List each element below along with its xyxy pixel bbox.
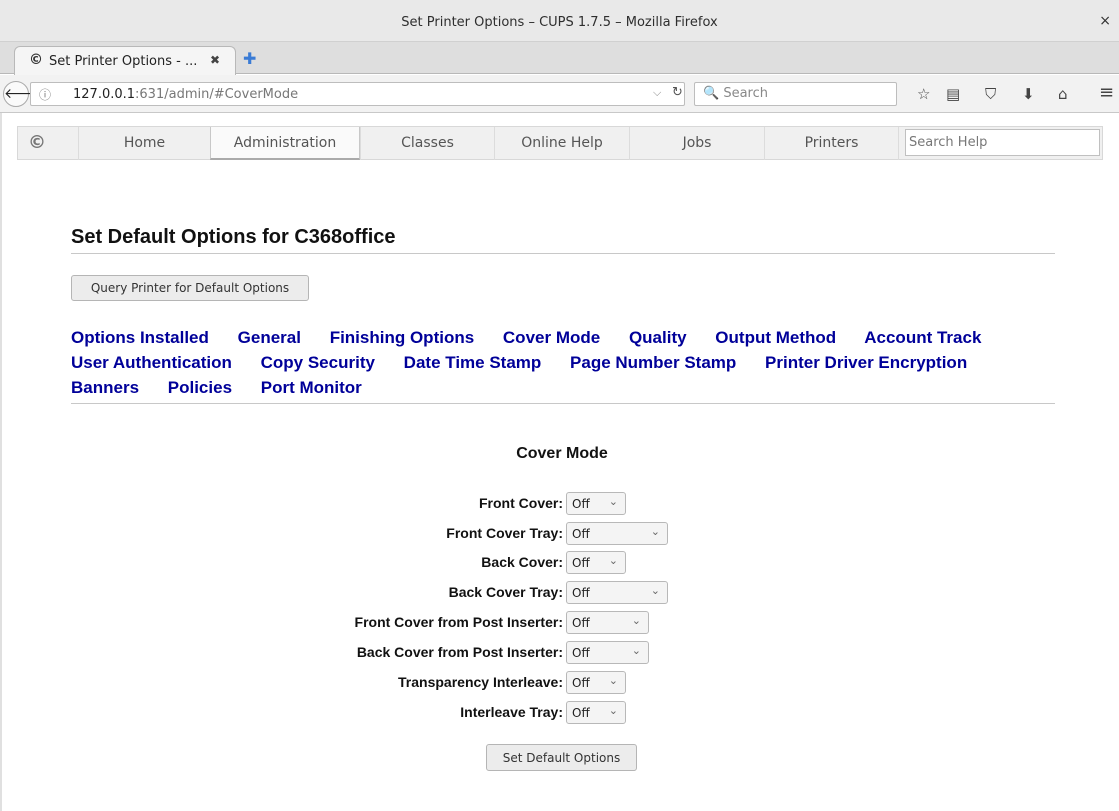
- link-output-method[interactable]: Output Method: [715, 328, 836, 347]
- link-account-track[interactable]: Account Track: [864, 328, 981, 347]
- cups-tab-printers[interactable]: Printers: [764, 127, 899, 160]
- pocket-icon[interactable]: ⛉: [985, 85, 996, 103]
- front-cover-tray-select[interactable]: Off ⌄: [566, 522, 668, 545]
- chevron-down-icon: ⌄: [608, 495, 618, 508]
- bookmark-star-icon[interactable]: ☆: [917, 85, 930, 103]
- back-button[interactable]: 🡐: [3, 81, 42, 107]
- url-bar[interactable]: ⓘ 127.0.0.1:631/admin/#CoverMode ⌵ ↻: [30, 82, 685, 106]
- back-cover-post-inserter-select[interactable]: Off ⌄: [566, 641, 649, 664]
- url-host: 127.0.0.1: [73, 87, 136, 102]
- window-close-icon[interactable]: ×: [1099, 13, 1111, 29]
- select-value: Off: [572, 616, 590, 630]
- link-printer-driver-encryption[interactable]: Printer Driver Encryption: [765, 353, 967, 372]
- select-value: Off: [572, 706, 590, 720]
- option-row-back-cover: Back Cover: Off ⌄: [0, 551, 1119, 575]
- nav-bar: 🡐 ⓘ 127.0.0.1:631/admin/#CoverMode ⌵ ↻ 🔍…: [0, 75, 1119, 113]
- link-general[interactable]: General: [238, 328, 301, 347]
- chevron-down-icon: ⌄: [608, 674, 618, 687]
- tab-strip: © Set Printer Options - ... ✖: [0, 42, 1119, 75]
- help-search-input[interactable]: Search Help: [905, 129, 1100, 156]
- cups-tab-jobs[interactable]: Jobs: [629, 127, 764, 160]
- link-policies[interactable]: Policies: [168, 378, 232, 397]
- option-row-back-cover-tray: Back Cover Tray: Off ⌄: [0, 581, 1119, 605]
- front-cover-select[interactable]: Off ⌄: [566, 492, 626, 515]
- url-text: 127.0.0.1:631/admin/#CoverMode: [73, 87, 298, 102]
- url-path: :631/admin/#CoverMode: [135, 87, 299, 102]
- option-label: Back Cover Tray:: [448, 584, 563, 600]
- option-row-transparency-interleave: Transparency Interleave: Off ⌄: [0, 671, 1119, 695]
- select-value: Off: [572, 497, 590, 511]
- back-cover-tray-select[interactable]: Off ⌄: [566, 581, 668, 604]
- reload-icon[interactable]: ↻: [672, 85, 683, 100]
- query-printer-button[interactable]: Query Printer for Default Options: [71, 275, 309, 301]
- option-label: Front Cover from Post Inserter:: [354, 614, 563, 630]
- option-row-back-cover-post-inserter: Back Cover from Post Inserter: Off ⌄: [0, 641, 1119, 665]
- link-port-monitor[interactable]: Port Monitor: [261, 378, 362, 397]
- link-quality[interactable]: Quality: [629, 328, 687, 347]
- menu-icon[interactable]: ≡: [1099, 82, 1114, 103]
- transparency-interleave-select[interactable]: Off ⌄: [566, 671, 626, 694]
- title-divider: [71, 253, 1055, 254]
- browser-tab[interactable]: © Set Printer Options - ... ✖: [14, 46, 236, 75]
- option-label: Front Cover:: [479, 495, 563, 511]
- home-icon[interactable]: ⌂: [1058, 85, 1068, 103]
- select-value: Off: [572, 646, 590, 660]
- browser-search-input[interactable]: 🔍 Search: [694, 82, 897, 106]
- section-title: Cover Mode: [516, 445, 608, 462]
- front-cover-post-inserter-select[interactable]: Off ⌄: [566, 611, 649, 634]
- tab-close-icon[interactable]: ✖: [210, 53, 220, 67]
- cups-tab-administration[interactable]: Administration: [210, 127, 360, 160]
- option-label: Back Cover:: [481, 554, 563, 570]
- option-label: Transparency Interleave:: [398, 674, 563, 690]
- option-row-front-cover: Front Cover: Off ⌄: [0, 492, 1119, 516]
- link-options-installed[interactable]: Options Installed: [71, 328, 209, 347]
- tab-title: Set Printer Options - ...: [49, 54, 198, 69]
- select-value: Off: [572, 556, 590, 570]
- link-cover-mode[interactable]: Cover Mode: [503, 328, 600, 347]
- page-title: Set Default Options for C368office: [71, 226, 396, 248]
- link-page-number-stamp[interactable]: Page Number Stamp: [570, 353, 736, 372]
- option-label: Front Cover Tray:: [446, 525, 563, 541]
- reading-list-icon[interactable]: ▤: [946, 85, 960, 103]
- download-icon[interactable]: ⬇: [1022, 85, 1035, 103]
- link-date-time-stamp[interactable]: Date Time Stamp: [404, 353, 542, 372]
- option-row-front-cover-post-inserter: Front Cover from Post Inserter: Off ⌄: [0, 611, 1119, 635]
- interleave-tray-select[interactable]: Off ⌄: [566, 701, 626, 724]
- select-value: Off: [572, 676, 590, 690]
- chevron-down-icon: ⌄: [608, 554, 618, 567]
- option-label: Back Cover from Post Inserter:: [356, 644, 563, 660]
- link-copy-security[interactable]: Copy Security: [261, 353, 375, 372]
- option-row-front-cover-tray: Front Cover Tray: Off ⌄: [0, 522, 1119, 546]
- back-cover-select[interactable]: Off ⌄: [566, 551, 626, 574]
- cups-tab-classes[interactable]: Classes: [360, 127, 494, 160]
- window-titlebar: Set Printer Options – CUPS 1.7.5 – Mozil…: [0, 0, 1119, 42]
- chevron-down-icon: ⌄: [631, 614, 641, 627]
- cups-logo-icon[interactable]: ©: [28, 132, 46, 153]
- option-row-interleave-tray: Interleave Tray: Off ⌄: [0, 701, 1119, 725]
- chevron-down-icon: ⌄: [650, 584, 660, 597]
- window-title: Set Printer Options – CUPS 1.7.5 – Mozil…: [401, 15, 718, 30]
- chevron-down-icon: ⌄: [631, 644, 641, 657]
- section-links: Options Installed General Finishing Opti…: [71, 325, 1061, 400]
- set-default-options-button[interactable]: Set Default Options: [486, 744, 637, 771]
- new-tab-icon[interactable]: ✚: [243, 49, 256, 68]
- links-divider: [71, 403, 1055, 404]
- url-dropdown-icon[interactable]: ⌵: [653, 86, 661, 100]
- cups-tab-home[interactable]: Home: [78, 127, 210, 160]
- cups-nav-bar: © Home Administration Classes Online Hel…: [17, 126, 1103, 160]
- link-banners[interactable]: Banners: [71, 378, 139, 397]
- cups-favicon-icon: ©: [29, 52, 43, 68]
- select-value: Off: [572, 527, 590, 541]
- chevron-down-icon: ⌄: [650, 525, 660, 538]
- site-info-icon[interactable]: ⓘ: [39, 86, 51, 103]
- link-user-authentication[interactable]: User Authentication: [71, 353, 232, 372]
- cups-tab-online-help[interactable]: Online Help: [494, 127, 629, 160]
- chevron-down-icon: ⌄: [608, 704, 618, 717]
- select-value: Off: [572, 586, 590, 600]
- link-finishing-options[interactable]: Finishing Options: [330, 328, 474, 347]
- option-label: Interleave Tray:: [460, 704, 563, 720]
